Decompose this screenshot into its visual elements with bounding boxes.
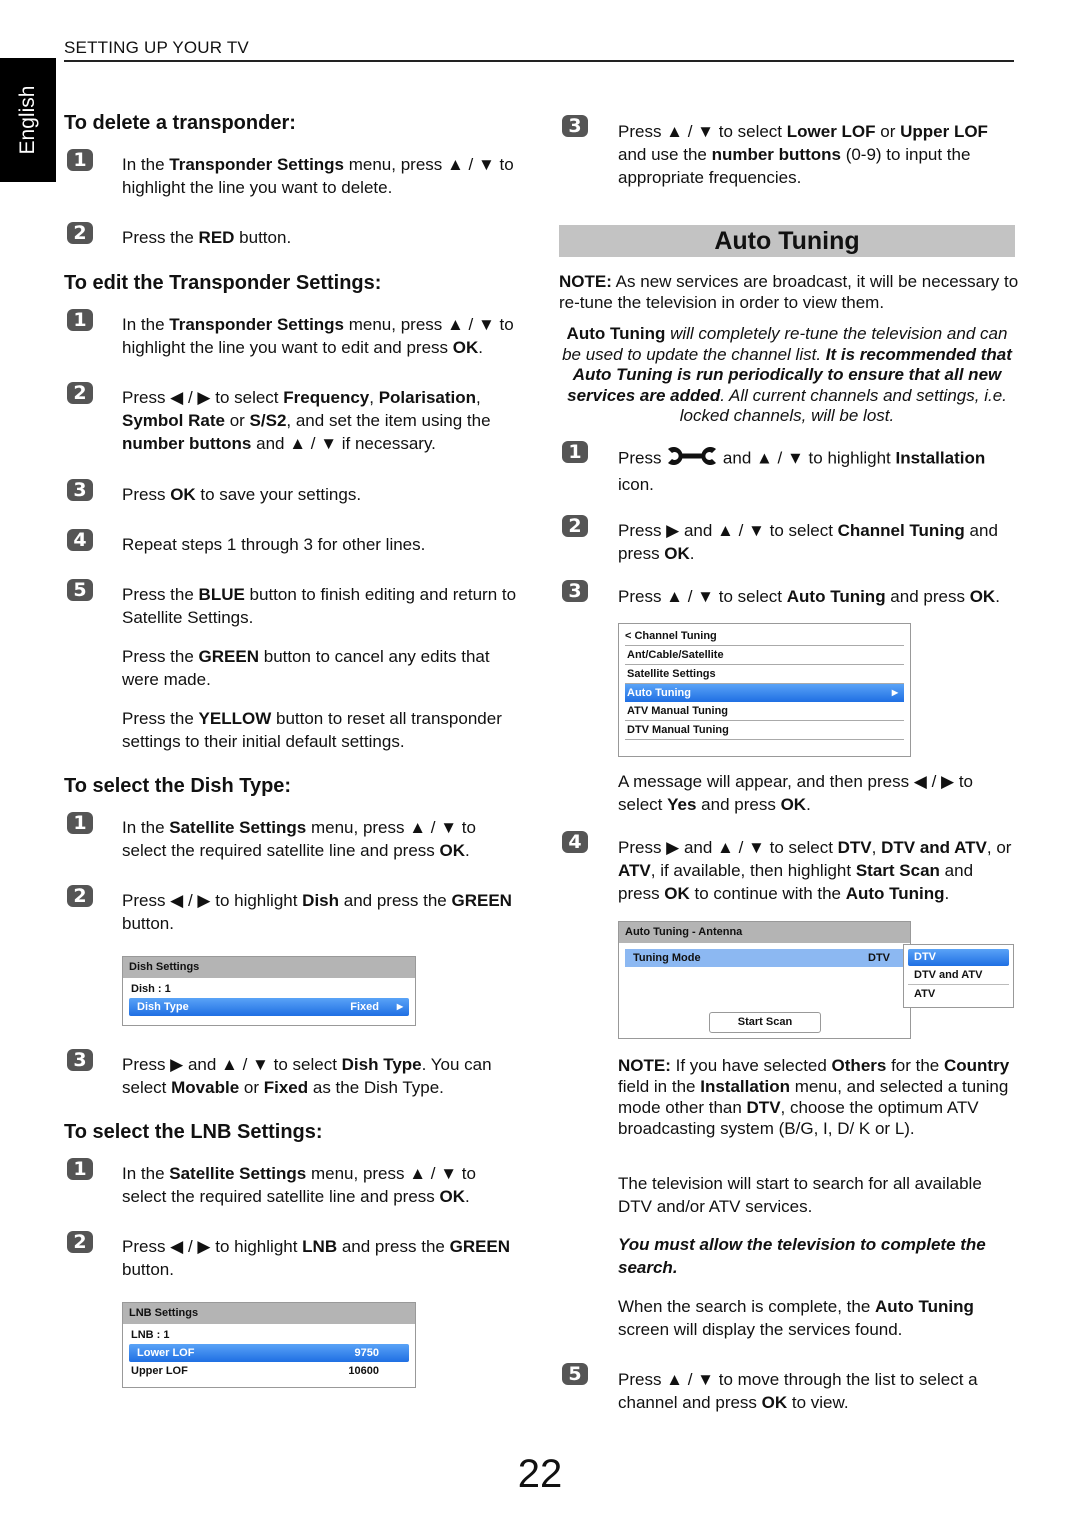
step-badge: 5	[562, 1363, 588, 1385]
auto-tuning-title: Auto Tuning	[559, 225, 1015, 257]
step-badge: 3	[67, 1049, 93, 1071]
menu-item-auto-tuning[interactable]: Auto Tuning ▶	[625, 684, 904, 702]
option-dtv[interactable]: DTV	[908, 949, 1009, 966]
edit-transponder-heading: To edit the Transponder Settings:	[64, 272, 382, 294]
wrench-icon	[666, 445, 718, 473]
edit-step-3: Press OK to save your settings.	[122, 485, 362, 504]
dish-type-heading: To select the Dish Type:	[64, 775, 292, 797]
lnb-step-1: In the Satellite Settings menu, press ▲ …	[122, 1164, 476, 1206]
dish-step-3: Press ▶ and ▲ / ▼ to select Dish Type. Y…	[122, 1055, 492, 1097]
menu-item-atv-manual-tuning[interactable]: ATV Manual Tuning	[625, 702, 904, 721]
arrow-right-icon: ▶	[396, 1002, 403, 1011]
option-dtv-and-atv[interactable]: DTV and ATV	[908, 966, 1009, 985]
step-badge: 2	[67, 885, 93, 907]
menu-row-upper-lof[interactable]: Upper LOF 10600	[123, 1362, 415, 1380]
step-badge: 1	[67, 149, 93, 171]
step-badge: 2	[67, 222, 93, 244]
dish-step-2: Press ◀ / ▶ to highlight Dish and press …	[122, 891, 512, 933]
dish-settings-menu: Dish Settings Dish : 1 Dish Type Fixed ▶	[122, 956, 416, 1026]
step-badge: 3	[67, 479, 93, 501]
menu-title: Dish Settings	[123, 957, 415, 978]
auto-tuning-antenna-menu: Auto Tuning - Antenna Tuning Mode DTV Sta…	[618, 921, 911, 1039]
auto-step-1: Press and ▲ / ▼ to highlight Installatio…	[618, 445, 1018, 496]
back-channel-tuning[interactable]: < Channel Tuning	[625, 627, 904, 646]
message-note: A message will appear, and then press ◀ …	[618, 772, 974, 814]
search-info: The television will start to search for …	[618, 1174, 982, 1216]
arrow-right-icon: ▶	[891, 688, 898, 697]
edit-step-2: Press ◀ / ▶ to select Frequency, Polaris…	[122, 388, 491, 453]
section-header: SETTING UP YOUR TV	[64, 38, 1014, 62]
note-others-country: NOTE: If you have selected Others for th…	[618, 1056, 1010, 1138]
step-badge: 1	[562, 441, 588, 463]
must-allow-warning: You must allow the television to complet…	[618, 1235, 986, 1277]
start-scan-button[interactable]: Start Scan	[709, 1012, 821, 1033]
delete-step-1: In the Transponder Settings menu, press …	[122, 155, 514, 197]
auto-step-3: Press ▲ / ▼ to select Auto Tuning and pr…	[618, 587, 1000, 606]
tuning-mode-row[interactable]: Tuning Mode DTV	[625, 949, 904, 967]
menu-row-dish[interactable]: Dish : 1	[123, 980, 415, 998]
edit-step-1: In the Transponder Settings menu, press …	[122, 315, 514, 357]
step-badge: 5	[67, 579, 93, 601]
step-badge: 1	[67, 1158, 93, 1180]
language-tab: English	[0, 58, 56, 182]
auto-tuning-warning: Auto Tuning will completely re-tune the …	[562, 324, 1012, 425]
language-label: English	[16, 85, 39, 155]
tuning-mode-dropdown: DTV DTV and ATV ATV	[903, 944, 1014, 1008]
step-badge: 4	[67, 529, 93, 551]
menu-item-satellite-settings[interactable]: Satellite Settings	[625, 665, 904, 684]
lnb-step-3: Press ▲ / ▼ to select Lower LOF or Upper…	[618, 122, 988, 187]
menu-item-dtv-manual-tuning[interactable]: DTV Manual Tuning	[625, 721, 904, 740]
step-badge: 2	[562, 515, 588, 537]
delete-step-2: Press the RED button.	[122, 228, 292, 247]
edit-step-4: Repeat steps 1 through 3 for other lines…	[122, 535, 426, 554]
step-badge: 1	[67, 309, 93, 331]
menu-row-lnb[interactable]: LNB : 1	[123, 1326, 415, 1344]
page-number: 22	[517, 1452, 563, 1496]
lnb-settings-menu: LNB Settings LNB : 1 Lower LOF 9750 Upper…	[122, 1302, 416, 1388]
step-badge: 2	[67, 1231, 93, 1253]
step-badge: 2	[67, 382, 93, 404]
step-badge: 3	[562, 580, 588, 602]
auto-step-2: Press ▶ and ▲ / ▼ to select Channel Tuni…	[618, 521, 998, 563]
yellow-button-note: Press the YELLOW button to reset all tra…	[122, 709, 502, 751]
menu-title: LNB Settings	[123, 1303, 415, 1324]
menu-item-ant-cable-satellite[interactable]: Ant/Cable/Satellite	[625, 646, 904, 665]
edit-step-5: Press the BLUE button to finish editing …	[122, 585, 517, 627]
auto-step-5: Press ▲ / ▼ to move through the list to …	[618, 1370, 978, 1412]
auto-step-4: Press ▶ and ▲ / ▼ to select DTV, DTV and…	[618, 838, 1012, 903]
green-button-note: Press the GREEN button to cancel any edi…	[122, 647, 490, 689]
channel-tuning-menu: < Channel Tuning Ant/Cable/Satellite Sat…	[618, 623, 911, 757]
dish-step-1: In the Satellite Settings menu, press ▲ …	[122, 818, 476, 860]
menu-title: Auto Tuning - Antenna	[619, 922, 910, 943]
delete-transponder-heading: To delete a transponder:	[64, 112, 296, 134]
menu-row-dish-type[interactable]: Dish Type Fixed ▶	[129, 998, 409, 1016]
search-complete-info: When the search is complete, the Auto Tu…	[618, 1297, 974, 1339]
menu-row-lower-lof[interactable]: Lower LOF 9750	[129, 1344, 409, 1362]
note-retune: NOTE: As new services are broadcast, it …	[559, 272, 1019, 312]
lnb-step-2: Press ◀ / ▶ to highlight LNB and press t…	[122, 1237, 511, 1279]
step-badge: 1	[67, 812, 93, 834]
option-atv[interactable]: ATV	[908, 985, 1009, 1003]
step-badge: 3	[562, 115, 588, 137]
lnb-settings-heading: To select the LNB Settings:	[64, 1121, 323, 1143]
step-badge: 4	[562, 831, 588, 853]
